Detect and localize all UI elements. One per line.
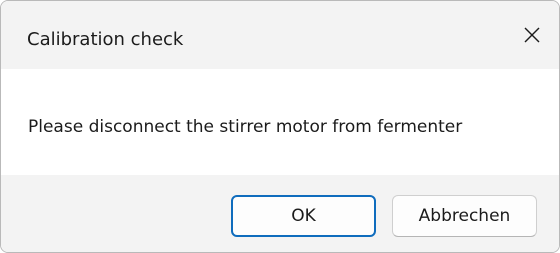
- close-icon: [524, 27, 540, 43]
- dialog-content: Please disconnect the stirrer motor from…: [1, 69, 559, 175]
- dialog-footer: OK Abbrechen: [1, 175, 559, 252]
- close-button[interactable]: [505, 1, 559, 69]
- dialog-title-bar: Calibration check: [1, 1, 559, 69]
- dialog-title: Calibration check: [27, 29, 184, 50]
- cancel-button[interactable]: Abbrechen: [392, 195, 537, 237]
- dialog-message: Please disconnect the stirrer motor from…: [28, 117, 463, 137]
- ok-button[interactable]: OK: [231, 195, 376, 237]
- calibration-dialog: Calibration check Please disconnect the …: [0, 0, 560, 253]
